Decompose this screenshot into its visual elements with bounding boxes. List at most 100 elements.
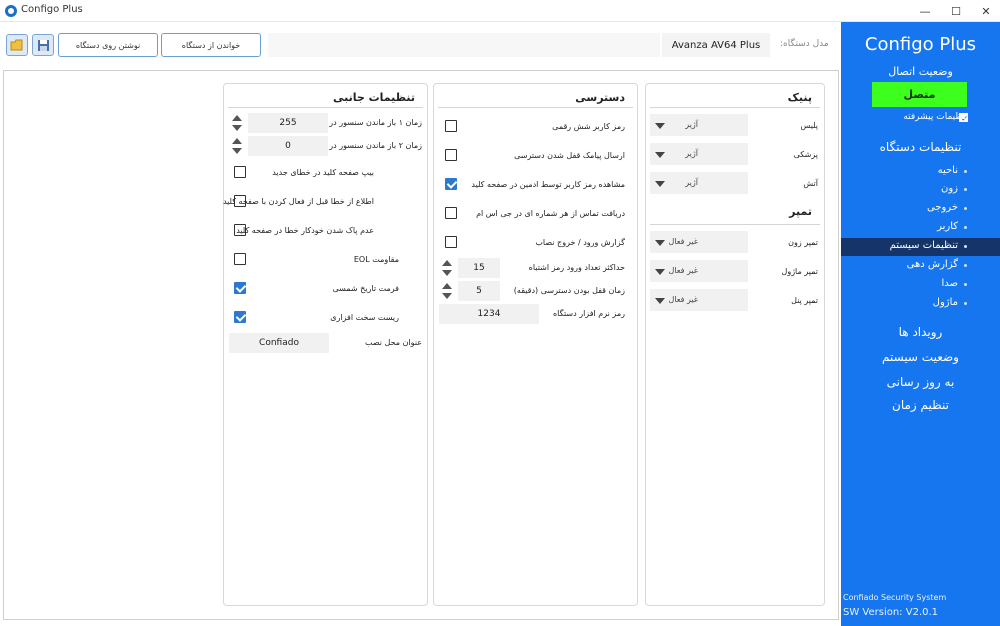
connected-button[interactable]: متصل xyxy=(872,82,967,107)
chevron-down-icon xyxy=(655,152,665,158)
max-wrong-label: حداکثر تعداد ورود رمز اشتباه xyxy=(528,263,625,272)
nav-area[interactable]: ناحیه xyxy=(841,163,1000,181)
software-password-label: رمز نرم افزار دستگاه xyxy=(552,309,625,318)
six-digit-password-label: رمز کاربر شش رقمی xyxy=(552,122,625,131)
chevron-down-icon xyxy=(655,181,665,187)
nav-module[interactable]: ماژول xyxy=(841,295,1000,313)
bullet-icon xyxy=(964,188,967,191)
save-file-button[interactable] xyxy=(32,34,54,56)
open-file-button[interactable] xyxy=(6,34,28,56)
side-settings-title: تنظیمات جانبی xyxy=(332,91,415,104)
fire-label: آتش xyxy=(803,179,818,188)
keypad-beep-label: بیپ صفحه کلید در خطای جدید xyxy=(272,168,374,177)
hardware-reset-label: ریست سخت افزاری xyxy=(330,313,399,322)
access-title: دسترسی xyxy=(575,91,625,104)
gsm-any-call-checkbox[interactable] xyxy=(445,207,457,219)
bullet-icon xyxy=(964,207,967,210)
lock-time-label: زمان قفل بودن دسترسی (دقیقه) xyxy=(513,286,625,295)
max-wrong-spinner-arrows[interactable] xyxy=(441,258,453,278)
bullet-icon xyxy=(964,302,967,305)
chevron-down-icon xyxy=(655,123,665,129)
lock-sms-label: ارسال پیامک قفل شدن دسترسی xyxy=(514,151,625,160)
divider xyxy=(650,224,820,225)
toolbar-spacer xyxy=(268,33,660,57)
advanced-settings-label: تنظیمات پیشرفته xyxy=(903,112,968,122)
divider xyxy=(650,107,820,108)
device-model-value: Avanza AV64 Plus xyxy=(662,33,770,57)
minimize-button[interactable]: — xyxy=(910,0,940,22)
save-icon xyxy=(37,39,49,51)
footer-version: SW Version: V2.0.1 xyxy=(843,607,939,618)
nav-zone[interactable]: زون xyxy=(841,181,1000,199)
side-settings-panel: تنظیمات جانبی 255 زمان ۱ باز ماندن سنسور… xyxy=(223,83,428,606)
lock-sms-checkbox[interactable] xyxy=(445,149,457,161)
nav-device-settings[interactable]: تنظیمات دستگاه xyxy=(841,140,1000,154)
nav-output[interactable]: خروجی xyxy=(841,200,1000,218)
medical-label: پزشکی xyxy=(793,150,818,159)
settings-content: تنظیمات جانبی 255 زمان ۱ باز ماندن سنسور… xyxy=(3,70,839,620)
sensor1-value[interactable]: 255 xyxy=(248,113,328,133)
close-button[interactable]: ✕ xyxy=(971,0,1000,22)
lock-time-spinner-arrows[interactable] xyxy=(441,281,453,301)
sensor2-label: زمان ۲ باز ماندن سنسور در xyxy=(329,141,422,150)
tamper-title: تمپر xyxy=(789,205,812,218)
nav-update[interactable]: به روز رسانی xyxy=(841,375,1000,389)
software-password-input[interactable]: 1234 xyxy=(439,304,539,324)
medical-select[interactable]: آژیر xyxy=(650,143,748,165)
nav-sound[interactable]: صدا xyxy=(841,276,1000,294)
keypad-beep-checkbox[interactable] xyxy=(234,166,246,178)
maximize-button[interactable]: ☐ xyxy=(941,0,971,22)
sidebar: Configo Plus وضعیت اتصال متصل تنظیمات پی… xyxy=(841,22,1000,626)
eol-checkbox[interactable] xyxy=(234,253,246,265)
access-panel: دسترسی رمز کاربر شش رقمی ارسال پیامک قفل… xyxy=(433,83,638,606)
divider xyxy=(228,107,423,108)
police-label: پلیس xyxy=(800,121,819,130)
read-from-device-button[interactable]: خواندن از دستگاه xyxy=(161,33,261,57)
panic-title: پنیک xyxy=(787,91,812,104)
chevron-down-icon xyxy=(655,298,665,304)
sensor1-spinner-arrows[interactable] xyxy=(231,113,243,133)
sensor1-label: زمان ۱ باز ماندن سنسور در xyxy=(329,118,422,127)
nav-user[interactable]: کاربر xyxy=(841,219,1000,237)
module-tamper-label: تمپر ماژول xyxy=(781,267,818,276)
bullet-icon xyxy=(964,226,967,229)
nav-set-time[interactable]: تنظیم زمان xyxy=(841,398,1000,412)
nav-reporting[interactable]: گزارش دهی xyxy=(841,257,1000,275)
lock-time-value[interactable]: 5 xyxy=(458,281,500,301)
panel-tamper-select[interactable]: غیر فعال xyxy=(650,289,748,311)
jalali-date-checkbox[interactable] xyxy=(234,282,246,294)
divider xyxy=(438,107,633,108)
hardware-reset-checkbox[interactable] xyxy=(234,311,246,323)
bullet-icon xyxy=(964,170,967,173)
panel-tamper-label: تمپر پنل xyxy=(791,296,818,305)
sensor2-spinner-arrows[interactable] xyxy=(231,136,243,156)
bullet-icon xyxy=(964,245,967,248)
six-digit-password-checkbox[interactable] xyxy=(445,120,457,132)
police-select[interactable]: آژیر xyxy=(650,114,748,136)
install-title-input[interactable]: Confiado xyxy=(229,333,329,353)
zone-tamper-select[interactable]: غیر فعال xyxy=(650,231,748,253)
app-logo-icon xyxy=(5,5,17,17)
nav-system-settings[interactable]: تنظیمات سیستم xyxy=(841,238,1000,256)
write-to-device-button[interactable]: نوشتن روی دستگاه xyxy=(58,33,158,57)
device-model-label: مدل دستگاه: xyxy=(780,39,829,49)
max-wrong-value[interactable]: 15 xyxy=(458,258,500,278)
brand-title: Configo Plus xyxy=(864,34,977,55)
sensor2-value[interactable]: 0 xyxy=(248,136,328,156)
jalali-date-label: فرمت تاریخ شمسی xyxy=(332,284,399,293)
installer-login-report-checkbox[interactable] xyxy=(445,236,457,248)
title-bar: Configo Plus — ☐ ✕ xyxy=(0,0,1000,22)
fire-select[interactable]: آژیر xyxy=(650,172,748,194)
connection-status-title: وضعیت اتصال xyxy=(888,65,953,78)
zone-tamper-label: تمپر زون xyxy=(788,238,818,247)
module-tamper-select[interactable]: غیر فعال xyxy=(650,260,748,282)
admin-view-password-checkbox[interactable] xyxy=(445,178,457,190)
bullet-icon xyxy=(964,283,967,286)
gsm-any-call-label: دریافت تماس از هر شماره ای در جی اس ام xyxy=(476,209,625,218)
nav-events[interactable]: رویداد ها xyxy=(841,325,1000,339)
error-notify-label: اطلاع از خطا قبل از فعال کردن با صفحه کل… xyxy=(222,197,374,206)
chevron-down-icon xyxy=(655,240,665,246)
nav-system-status[interactable]: وضعیت سیستم xyxy=(841,350,1000,364)
eol-label: مقاومت EOL xyxy=(353,255,399,264)
installer-login-report-label: گزارش ورود / خروج نصاب xyxy=(535,238,625,247)
